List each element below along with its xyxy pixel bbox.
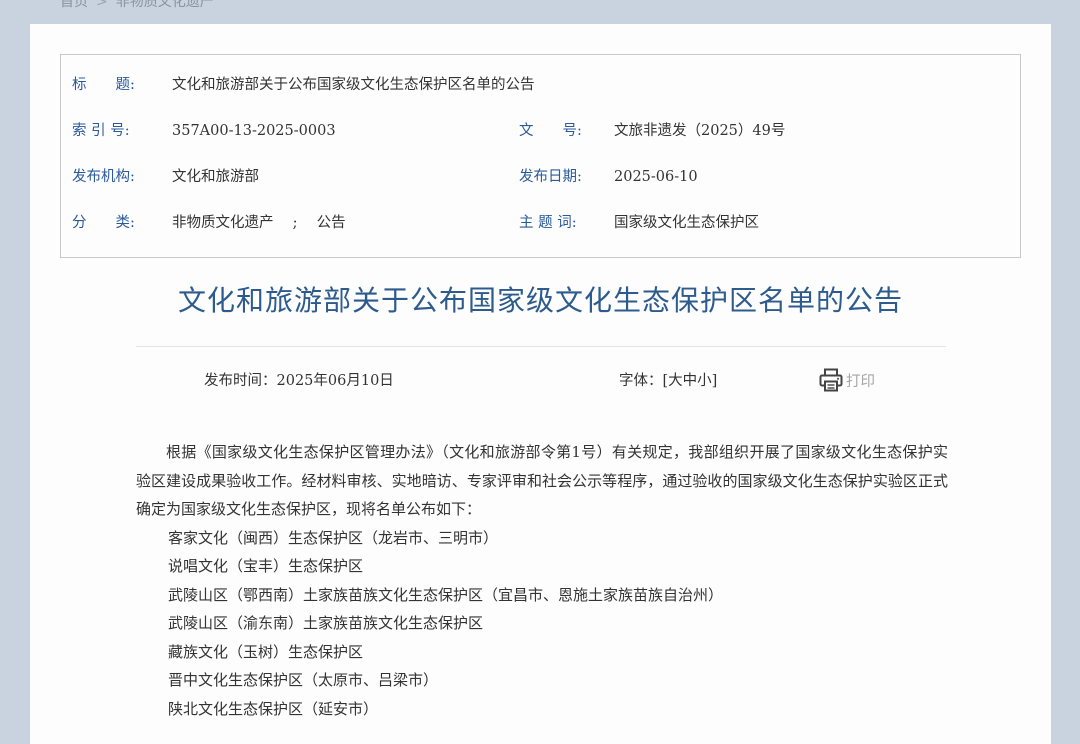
breadcrumb-separator: > xyxy=(96,0,108,10)
printer-icon xyxy=(819,368,843,392)
list-item: 说唱文化（宝丰）生态保护区 xyxy=(168,557,364,575)
title-divider xyxy=(136,346,946,347)
metadata-title-label: 标 题: xyxy=(72,77,135,93)
document-page: 标 题: 文化和旅游部关于公布国家级文化生态保护区名单的公告 索 引 号: 35… xyxy=(30,24,1051,744)
breadcrumb: 首页 > 非物质文化遗产 xyxy=(60,0,214,11)
list-item: 武陵山区（渝东南）土家族苗族文化生态保护区 xyxy=(168,614,484,632)
metadata-docno-label: 文 号: xyxy=(519,123,582,139)
list-item: 陕北文化生态保护区（延安市） xyxy=(168,699,379,718)
metadata-date-value: 2025-06-10 xyxy=(614,169,698,185)
list-item: 武陵山区（鄂西南）土家族苗族文化生态保护区（宜昌市、恩施土家族苗族自治州） xyxy=(168,585,724,604)
list-item: 晋中文化生态保护区（太原市、吕梁市） xyxy=(168,671,439,689)
metadata-index-value: 357A00-13-2025-0003 xyxy=(172,123,336,139)
list-item: 客家文化（闽西）生态保护区（龙岩市、三明市） xyxy=(168,528,499,547)
metadata-category-label: 分 类: xyxy=(72,215,135,231)
metadata-keyword-label: 主 题 词: xyxy=(519,215,577,231)
list-item: 藏族文化（玉树）生态保护区 xyxy=(168,642,364,661)
print-label: 打印 xyxy=(846,373,875,390)
metadata-category-value: 非物质文化遗产 ; 公告 xyxy=(172,215,346,231)
metadata-publisher-label: 发布机构: xyxy=(72,169,135,185)
metadata-date-label: 发布日期: xyxy=(519,169,582,185)
print-button[interactable]: 打印 xyxy=(818,366,875,394)
metadata-title-value: 文化和旅游部关于公布国家级文化生态保护区名单的公告 xyxy=(172,77,535,93)
publish-time: 发布时间：2025年06月10日 xyxy=(204,373,394,389)
font-size-switcher[interactable]: 字体：[大中小] xyxy=(619,369,717,390)
intro-paragraph: 根据《国家级文化生态保护区管理办法》（文化和旅游部令第1号）有关规定，我部组织开… xyxy=(136,443,948,518)
metadata-index-label: 索 引 号: xyxy=(72,123,130,139)
metadata-keyword-value: 国家级文化生态保护区 xyxy=(614,215,759,231)
article-body: 根据《国家级文化生态保护区管理办法》（文化和旅游部令第1号）有关规定，我部组织开… xyxy=(136,438,948,723)
breadcrumb-current-link[interactable]: 非物质文化遗产 xyxy=(116,0,214,10)
metadata-publisher-value: 文化和旅游部 xyxy=(172,169,259,185)
breadcrumb-home-link[interactable]: 首页 xyxy=(60,0,88,10)
article-title: 文化和旅游部关于公布国家级文化生态保护区名单的公告 xyxy=(177,284,903,317)
document-metadata-table: 标 题: 文化和旅游部关于公布国家级文化生态保护区名单的公告 索 引 号: 35… xyxy=(60,54,1021,258)
metadata-docno-value: 文旅非遗发（2025）49号 xyxy=(614,123,786,139)
